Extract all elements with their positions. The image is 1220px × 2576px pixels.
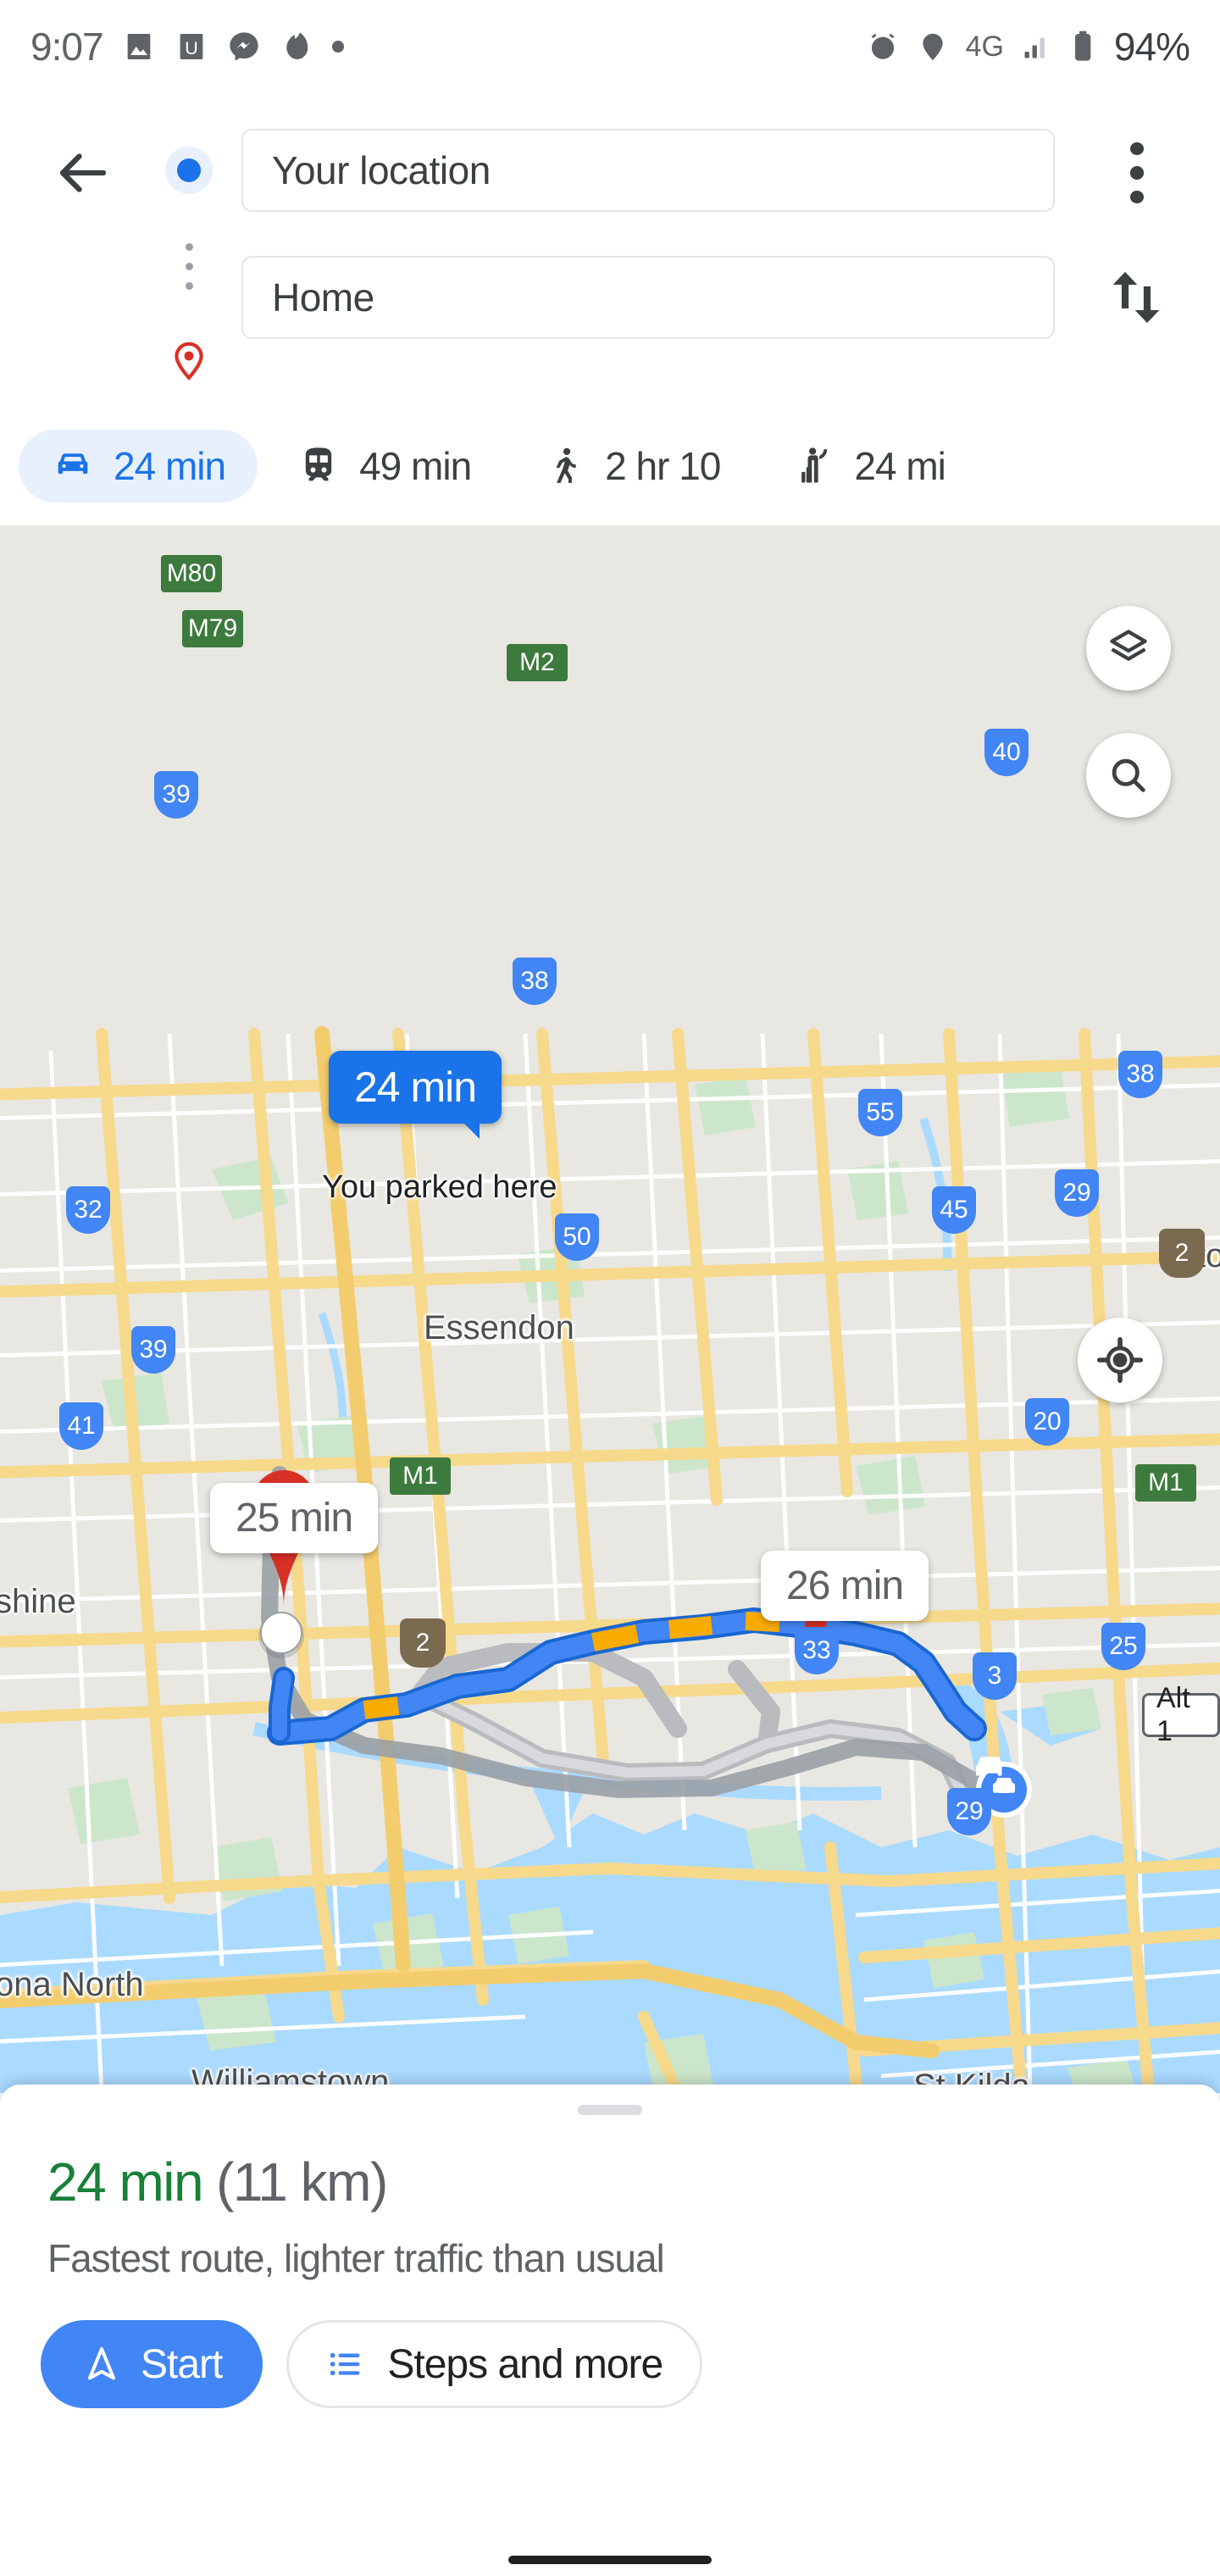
status-bar-left: 9:07 U xyxy=(30,24,344,69)
origin-dot-icon xyxy=(165,147,213,194)
battery-icon xyxy=(1074,31,1091,61)
origin-input[interactable] xyxy=(272,147,1024,193)
map-layers-button[interactable] xyxy=(1086,606,1171,691)
route-summary-sheet: 24 min (11 km) Fastest route, lighter tr… xyxy=(0,2085,1220,2576)
destination-field[interactable] xyxy=(241,256,1055,339)
navigation-arrow-icon xyxy=(88,2347,115,2380)
parked-location-marker xyxy=(258,1612,304,1658)
destination-input[interactable] xyxy=(272,275,1024,320)
alarm-icon xyxy=(871,33,894,59)
origin-field[interactable] xyxy=(241,129,1055,212)
route-eta-row: 24 min (11 km) xyxy=(47,2151,388,2213)
travel-mode-tabs: 24 min 49 min 2 hr 10 24 mi xyxy=(0,407,1220,525)
route-eta-distance: (11 km) xyxy=(216,2151,388,2212)
messenger-icon xyxy=(229,32,258,61)
map-basemap xyxy=(0,525,1220,2093)
sheet-action-row: Start Steps and more xyxy=(41,2320,703,2408)
more-dot-icon xyxy=(331,41,344,53)
parked-here-label: You parked here xyxy=(322,1169,557,1205)
system-nav-bar-handle[interactable] xyxy=(508,2556,712,2564)
alt-route-eta-bubble-left[interactable]: 25 min xyxy=(210,1483,379,1553)
route-connector-dots xyxy=(185,201,193,332)
network-type-label: 4G xyxy=(965,30,1004,63)
start-button-label: Start xyxy=(141,2341,223,2387)
map-canvas[interactable]: Essendon shine ona North Williamstown St… xyxy=(0,525,1220,2093)
tab-walking[interactable]: 2 hr 10 xyxy=(510,430,752,502)
destination-pin-icon xyxy=(175,341,203,380)
status-bar: 9:07 U 4G 94% xyxy=(0,0,1220,93)
tinder-icon xyxy=(286,32,308,59)
u-app-icon: U xyxy=(180,34,202,59)
status-bar-clock: 9:07 xyxy=(30,25,104,69)
route-summary-subtitle: Fastest route, lighter traffic than usua… xyxy=(47,2236,665,2280)
signal-icon xyxy=(1024,37,1045,58)
battery-percent-label: 94% xyxy=(1113,25,1190,69)
svg-text:U: U xyxy=(185,37,198,58)
overflow-menu-button[interactable] xyxy=(1106,142,1167,203)
route-node-column xyxy=(165,131,213,390)
location-icon xyxy=(922,33,943,61)
list-icon xyxy=(330,2352,360,2376)
status-bar-right: 4G 94% xyxy=(866,24,1190,69)
tab-transit[interactable]: 49 min xyxy=(264,430,503,502)
tab-walking-label: 2 hr 10 xyxy=(605,444,721,488)
swap-endpoints-button[interactable] xyxy=(1101,263,1171,332)
sheet-drag-handle[interactable] xyxy=(578,2105,642,2115)
alt-route-eta-bubble-bottom[interactable]: 26 min xyxy=(761,1551,929,1621)
back-button[interactable] xyxy=(53,142,114,203)
photos-icon xyxy=(127,34,150,59)
map-recenter-button[interactable] xyxy=(1078,1318,1162,1402)
tab-driving[interactable]: 24 min xyxy=(19,430,258,502)
tab-transit-label: 49 min xyxy=(359,444,472,488)
start-navigation-button[interactable]: Start xyxy=(41,2320,263,2408)
primary-route-eta-bubble[interactable]: 24 min xyxy=(329,1051,502,1139)
google-maps-directions-screen: 9:07 U 4G 94% Your location Home 24 min … xyxy=(0,0,1220,2576)
route-eta-time: 24 min xyxy=(47,2151,204,2212)
steps-and-more-button[interactable]: Steps and more xyxy=(286,2320,703,2408)
map-search-button[interactable] xyxy=(1086,733,1171,818)
tab-rideshare[interactable]: 24 mi xyxy=(759,430,977,502)
steps-button-label: Steps and more xyxy=(387,2341,663,2387)
tab-rideshare-label: 24 mi xyxy=(854,444,946,488)
tab-driving-label: 24 min xyxy=(114,444,226,488)
